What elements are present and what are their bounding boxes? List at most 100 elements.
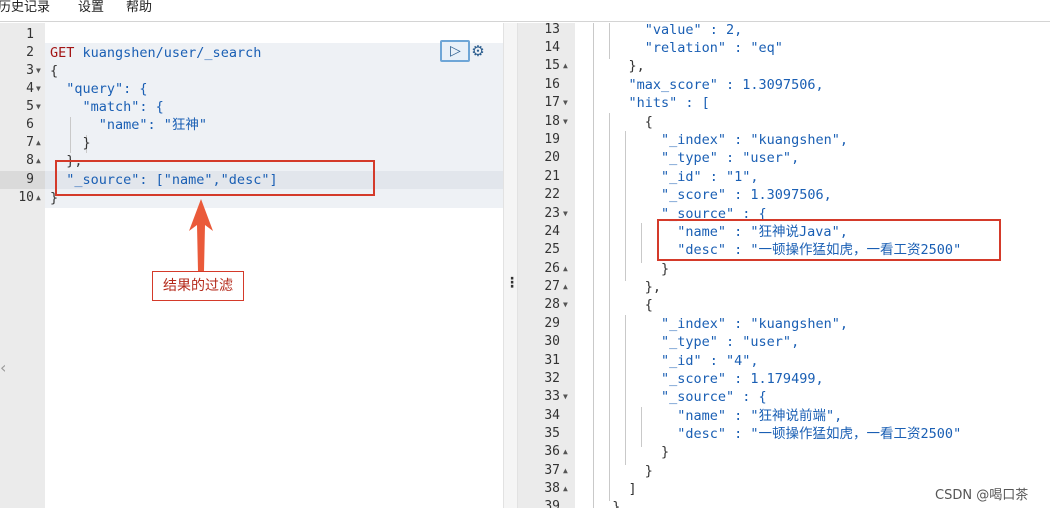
line-number: 34: [544, 408, 560, 423]
line-number: 26: [544, 261, 560, 276]
line-number: 31: [544, 353, 560, 368]
line-number: 19: [544, 132, 560, 147]
chevron-left-icon[interactable]: ‹: [0, 358, 6, 377]
json-line: "_source" : {: [596, 389, 767, 405]
fold-end-icon[interactable]: ▲: [563, 443, 568, 461]
json-line: }: [596, 261, 670, 277]
line-number: 7: [26, 135, 34, 150]
json-line: ]: [596, 481, 637, 497]
code-line: "name": "狂神": [50, 117, 208, 133]
line-number: 33: [544, 389, 560, 404]
json-line: },: [596, 58, 645, 74]
fold-toggle-icon[interactable]: ▼: [563, 94, 568, 112]
json-line: "desc" : "一顿操作猛如虎，一看工资2500": [596, 426, 962, 442]
run-request-button[interactable]: ▷: [440, 40, 470, 62]
line-number: 35: [544, 426, 560, 441]
line-number: 37: [544, 463, 560, 478]
line-number: 36: [544, 444, 560, 459]
line-number: 16: [544, 77, 560, 92]
line-number: 32: [544, 371, 560, 386]
fold-toggle-icon[interactable]: ▼: [36, 98, 41, 116]
line-number: 14: [544, 40, 560, 55]
line-number: 21: [544, 169, 560, 184]
line-number: 38: [544, 481, 560, 496]
line-number: 28: [544, 297, 560, 312]
menu-history[interactable]: 历史记录: [0, 0, 50, 15]
code-line: "query": {: [50, 81, 148, 97]
line-number: 24: [544, 224, 560, 239]
fold-toggle-icon[interactable]: ▼: [36, 80, 41, 98]
line-number: 3: [26, 63, 34, 78]
json-line: {: [596, 297, 653, 313]
fold-toggle-icon[interactable]: ▼: [563, 388, 568, 406]
fold-end-icon[interactable]: ▲: [563, 462, 568, 480]
json-line: "relation" : "eq": [596, 40, 783, 56]
line-number: 10: [18, 190, 34, 205]
json-line: "max_score" : 1.3097506,: [596, 77, 824, 93]
line-number: 17: [544, 95, 560, 110]
code-line: {: [50, 63, 59, 79]
line-number: 39: [544, 499, 560, 508]
vertical-dots-icon[interactable]: ⋮: [505, 276, 519, 290]
watermark: CSDN @喝口茶: [935, 488, 1029, 503]
pane-divider[interactable]: [503, 23, 518, 508]
line-number: 1: [26, 27, 34, 42]
menu-bar: 历史记录 设置 帮助: [0, 0, 1050, 22]
fold-end-icon[interactable]: ▲: [563, 480, 568, 498]
json-line: {: [596, 114, 653, 130]
fold-end-icon[interactable]: ▲: [36, 152, 41, 170]
line-number: 20: [544, 150, 560, 165]
request-line[interactable]: GET kuangshen/user/_search: [50, 44, 261, 62]
json-line: "_index" : "kuangshen",: [596, 316, 848, 332]
line-number: 23: [544, 206, 560, 221]
line-number: 5: [26, 99, 34, 114]
fold-end-icon[interactable]: ▲: [563, 57, 568, 75]
line-number: 13: [544, 23, 560, 37]
line-number: 4: [26, 81, 34, 96]
fold-end-icon[interactable]: ▲: [36, 134, 41, 152]
play-icon: ▷: [450, 43, 461, 59]
json-line: "_type" : "user",: [596, 334, 800, 350]
json-line: "_id" : "1",: [596, 169, 759, 185]
annotation-arrow-icon: [189, 199, 213, 271]
line-number: 27: [544, 279, 560, 294]
fold-toggle-icon[interactable]: ▼: [563, 205, 568, 223]
result-highlight-box: [657, 219, 1001, 261]
json-line: "_type" : "user",: [596, 150, 800, 166]
code-line: }: [50, 135, 91, 151]
json-line: "hits" : [: [596, 95, 710, 111]
request-settings-button[interactable]: ⚙: [468, 42, 488, 62]
json-line: "_score" : 1.179499,: [596, 371, 824, 387]
line-number: 30: [544, 334, 560, 349]
json-line: "value" : 2,: [596, 23, 743, 38]
fold-toggle-icon[interactable]: ▼: [563, 296, 568, 314]
request-path: kuangshen/user/_search: [74, 45, 262, 61]
json-line: }: [596, 444, 670, 460]
json-line: "_score" : 1.3097506,: [596, 187, 832, 203]
json-line: "_id" : "4",: [596, 353, 759, 369]
code-line: "match": {: [50, 99, 164, 115]
json-line: },: [596, 279, 662, 295]
fold-end-icon[interactable]: ▲: [563, 260, 568, 278]
fold-end-icon[interactable]: ▲: [563, 278, 568, 296]
http-method: GET: [50, 45, 75, 61]
line-number: 6: [26, 117, 34, 132]
annotation-label: 结果的过滤: [152, 271, 244, 301]
fold-toggle-icon[interactable]: ▼: [36, 62, 41, 80]
line-number: 2: [26, 45, 34, 60]
line-number: 22: [544, 187, 560, 202]
menu-settings[interactable]: 设置: [78, 0, 104, 15]
line-number: 18: [544, 114, 560, 129]
fold-end-icon[interactable]: ▲: [36, 189, 41, 207]
line-number: 8: [26, 153, 34, 168]
fold-toggle-icon[interactable]: ▼: [563, 113, 568, 131]
wrench-icon: ⚙: [471, 42, 485, 60]
indent-guide: [593, 23, 594, 508]
menu-help[interactable]: 帮助: [126, 0, 152, 15]
response-viewer[interactable]: 13 14 15 16 17 18 19 20 21 22 23 24 25 2…: [518, 23, 1050, 508]
json-line: }: [596, 463, 653, 479]
json-line: }: [596, 499, 621, 508]
request-editor[interactable]: 1 2 3 4 5 6 7 8 9 10 ▼ ▼ ▼ ▲ ▲ ▲ GET kua…: [0, 23, 503, 508]
line-number: 15: [544, 58, 560, 73]
json-line: "name" : "狂神说前端",: [596, 408, 843, 424]
